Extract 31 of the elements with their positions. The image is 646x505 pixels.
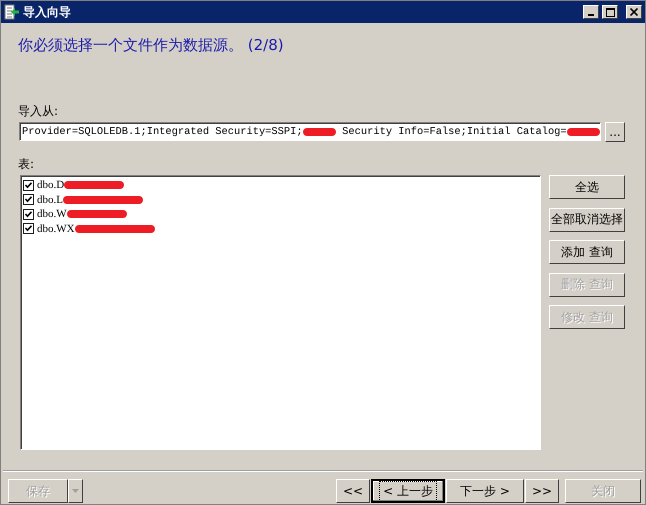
minimize-button[interactable] [583,5,599,19]
maximize-icon [606,8,614,16]
caret-icon [72,489,79,493]
tables-label: 表: [17,156,36,173]
table-name: dbo.WX [37,222,75,235]
close-icon [630,8,638,16]
source-label: 导入从: [17,103,60,120]
action-button[interactable]: 全选 [549,175,625,199]
close-button[interactable] [626,5,642,19]
redaction-mark [566,128,600,136]
maximize-button[interactable] [602,5,618,19]
nav-button[interactable]: >> [525,479,559,503]
wizard-icon [4,4,20,20]
save-dropdown-button[interactable] [68,479,83,503]
action-button[interactable]: 全部取消选择 [549,208,625,232]
nav-button[interactable]: < 上一步 [371,479,445,503]
table-name: dbo.W [37,208,67,220]
browse-button[interactable]: ... [605,122,625,142]
redaction-mark [302,128,336,136]
checkbox[interactable] [23,194,34,206]
checkbox[interactable] [23,223,34,234]
nav-button[interactable]: 下一步 > [446,479,524,503]
nav-button[interactable]: << [336,479,370,503]
table-name: dbo.D [37,179,64,192]
checkbox[interactable] [23,180,34,191]
checkbox[interactable] [23,208,34,220]
action-button[interactable]: 添加 查询 [549,240,625,264]
window-title: 导入向导 [23,4,72,20]
table-name: dbo.L [37,194,63,206]
connection-string-field[interactable]: Provider=SQLOLEDB.1;Integrated Security=SSPI; Security Info=False;Initial Catalog= [19,122,601,141]
step-heading: 你必须选择一个文件作为数据源。 (2/8) [17,35,285,56]
